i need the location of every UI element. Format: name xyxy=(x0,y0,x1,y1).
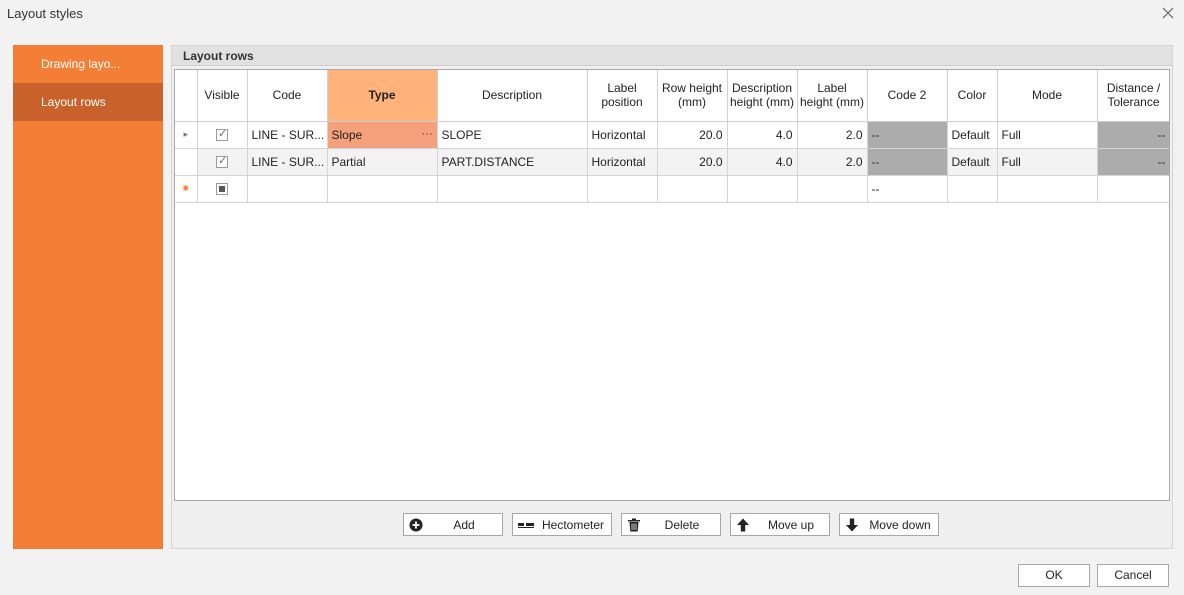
description-height-cell[interactable]: 4.0 xyxy=(726,147,798,176)
description-height-cell[interactable]: 4.0 xyxy=(726,120,798,149)
col-color[interactable]: Color xyxy=(946,70,998,122)
mode-cell[interactable]: Full xyxy=(996,120,1098,149)
col-description-height[interactable]: Description height (mm) xyxy=(726,70,798,122)
trash-icon xyxy=(628,518,640,532)
code2-cell: -- xyxy=(866,120,948,149)
description-height-cell[interactable] xyxy=(726,174,798,203)
label-position-cell[interactable]: Horizontal xyxy=(586,120,658,149)
code-cell[interactable]: LINE - SUR... xyxy=(246,147,328,176)
code-cell[interactable]: LINE - SUR... xyxy=(246,120,328,149)
title-bar: Layout styles xyxy=(0,0,1184,30)
layout-rows-panel: Layout rows Visible Code Type Descriptio… xyxy=(171,45,1173,549)
col-code[interactable]: Code xyxy=(246,70,328,122)
col-mode[interactable]: Mode xyxy=(996,70,1098,122)
visible-checkbox[interactable] xyxy=(196,147,248,176)
add-button[interactable]: Add xyxy=(403,513,503,536)
type-cell[interactable]: Partial xyxy=(326,147,438,176)
mode-cell[interactable] xyxy=(996,174,1098,203)
type-cell[interactable] xyxy=(326,174,438,203)
color-cell[interactable]: Default xyxy=(946,147,998,176)
close-icon[interactable] xyxy=(1160,5,1176,21)
cancel-button[interactable]: Cancel xyxy=(1097,564,1169,587)
col-row-height[interactable]: Row height (mm) xyxy=(656,70,728,122)
move-down-button[interactable]: Move down xyxy=(839,513,939,536)
label-height-cell[interactable]: 2.0 xyxy=(796,120,868,149)
row-indicator-header xyxy=(175,70,198,122)
ellipsis-button[interactable]: ··· xyxy=(422,128,433,140)
hectometer-icon xyxy=(518,522,534,528)
delete-button[interactable]: Delete xyxy=(621,513,721,536)
color-cell[interactable]: Default xyxy=(946,120,998,149)
description-cell[interactable]: SLOPE xyxy=(436,120,588,149)
ok-button[interactable]: OK xyxy=(1018,564,1090,587)
description-cell[interactable] xyxy=(436,174,588,203)
window-title: Layout styles xyxy=(7,6,83,21)
distance-cell: -- xyxy=(1096,120,1169,149)
col-label-position[interactable]: Label position xyxy=(586,70,658,122)
visible-checkbox[interactable] xyxy=(196,174,248,203)
panel-title: Layout rows xyxy=(172,46,1172,66)
description-cell[interactable]: PART.DISTANCE xyxy=(436,147,588,176)
sidebar: Drawing layo... Layout rows xyxy=(13,45,163,549)
sidebar-item-drawing-layout[interactable]: Drawing layo... xyxy=(13,45,163,83)
code2-cell[interactable]: -- xyxy=(866,174,948,203)
row-indicator xyxy=(175,147,198,176)
new-row[interactable]: ✷ -- xyxy=(175,174,1169,203)
current-row-indicator-icon: ▸ xyxy=(175,120,198,149)
arrow-down-icon xyxy=(846,518,858,532)
move-up-button[interactable]: Move up xyxy=(730,513,830,536)
label-height-cell[interactable]: 2.0 xyxy=(796,147,868,176)
table-row[interactable]: LINE - SUR... Partial PART.DISTANCE Hori… xyxy=(175,147,1169,176)
sidebar-item-layout-rows[interactable]: Layout rows xyxy=(13,83,163,121)
col-visible[interactable]: Visible xyxy=(196,70,248,122)
col-distance-tolerance[interactable]: Distance / Tolerance xyxy=(1096,70,1169,122)
row-height-cell[interactable]: 20.0 xyxy=(656,147,728,176)
label-position-cell[interactable]: Horizontal xyxy=(586,147,658,176)
add-icon xyxy=(409,518,423,532)
layout-rows-grid[interactable]: Visible Code Type Description Label posi… xyxy=(174,69,1170,501)
arrow-up-icon xyxy=(737,518,749,532)
color-cell[interactable] xyxy=(946,174,998,203)
col-type[interactable]: Type xyxy=(326,70,438,122)
label-height-cell[interactable] xyxy=(796,174,868,203)
type-cell[interactable]: Slope ··· xyxy=(326,120,438,149)
code-cell[interactable] xyxy=(246,174,328,203)
row-height-cell[interactable]: 20.0 xyxy=(656,120,728,149)
label-position-cell[interactable] xyxy=(586,174,658,203)
row-height-cell[interactable] xyxy=(656,174,728,203)
visible-checkbox[interactable] xyxy=(196,120,248,149)
distance-cell: -- xyxy=(1096,147,1169,176)
distance-cell[interactable] xyxy=(1096,174,1169,203)
col-description[interactable]: Description xyxy=(436,70,588,122)
mode-cell[interactable]: Full xyxy=(996,147,1098,176)
col-label-height[interactable]: Label height (mm) xyxy=(796,70,868,122)
hectometer-button[interactable]: Hectometer xyxy=(512,513,612,536)
col-code2[interactable]: Code 2 xyxy=(866,70,948,122)
code2-cell: -- xyxy=(866,147,948,176)
table-row[interactable]: ▸ LINE - SUR... Slope··· SLOPE Horizonta… xyxy=(175,120,1169,149)
new-row-star-icon: ✷ xyxy=(175,174,198,203)
